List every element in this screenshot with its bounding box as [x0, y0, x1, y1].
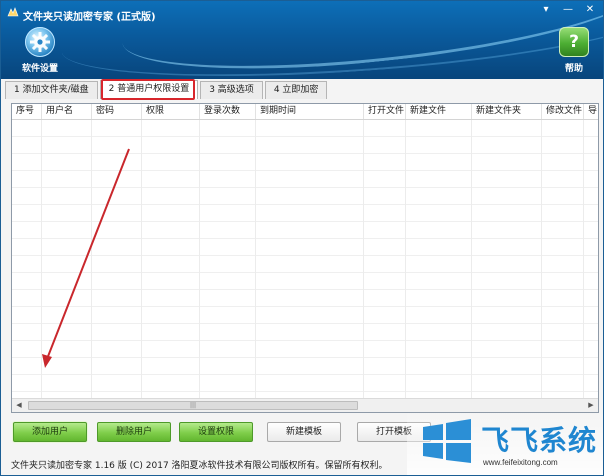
tab-encrypt-now[interactable]: 4 立即加密 [264, 81, 328, 99]
horizontal-scrollbar[interactable]: ◀ ||| ▶ [12, 398, 598, 412]
window-controls: ▾ — ✕ [537, 3, 599, 17]
gear-icon [25, 27, 55, 57]
window-title: 文件夹只读加密专家 (正式版) [23, 12, 156, 23]
scroll-thumb[interactable]: ||| [28, 401, 358, 410]
tab-strip: 1 添加文件夹/磁盘 2 普通用户权限设置 3 高级选项 4 立即加密 [5, 80, 329, 99]
col-index[interactable]: 序号 [12, 104, 42, 119]
settings-button[interactable]: 软件设置 [15, 27, 65, 74]
col-new-file[interactable]: 新建文件 [406, 104, 472, 119]
add-user-button[interactable]: 添加用户 [13, 422, 87, 442]
col-new-folder[interactable]: 新建文件夹 [472, 104, 542, 119]
scroll-right-icon[interactable]: ▶ [584, 399, 598, 412]
minimize-button[interactable]: — [559, 3, 577, 17]
settings-label: 软件设置 [21, 64, 58, 74]
help-label: 帮助 [564, 64, 583, 74]
close-button[interactable]: ✕ [581, 3, 599, 17]
set-permission-button[interactable]: 设置权限 [179, 422, 253, 442]
col-login-count[interactable]: 登录次数 [200, 104, 256, 119]
col-permission[interactable]: 权限 [142, 104, 200, 119]
question-icon: ? [559, 27, 589, 57]
tab-user-permissions[interactable]: 2 普通用户权限设置 [99, 80, 199, 99]
col-expiry[interactable]: 到期时间 [256, 104, 364, 119]
tab-add-folder[interactable]: 1 添加文件夹/磁盘 [5, 81, 98, 99]
table-body [12, 120, 598, 398]
header-bar: 文件夹只读加密专家 (正式版) ▾ — ✕ 软件设置 ? 帮助 [1, 1, 603, 79]
col-password[interactable]: 密码 [92, 104, 142, 119]
app-icon [7, 7, 19, 17]
watermark-brand: 飞飞系统 [481, 424, 598, 457]
new-template-button[interactable]: 新建模板 [267, 422, 341, 442]
watermark-url: www.feifeixitong.com [483, 458, 558, 467]
tab-advanced-options[interactable]: 3 高级选项 [200, 81, 263, 99]
windows-logo-icon [423, 419, 471, 463]
help-button[interactable]: ? 帮助 [549, 27, 599, 74]
app-window: 文件夹只读加密专家 (正式版) ▾ — ✕ 软件设置 ? 帮助 1 添加文件夹/… [0, 0, 604, 476]
delete-user-button[interactable]: 删除用户 [97, 422, 171, 442]
menu-dropdown-button[interactable]: ▾ [537, 3, 555, 17]
col-modify-file[interactable]: 修改文件 [542, 104, 584, 119]
col-open-file[interactable]: 打开文件 [364, 104, 406, 119]
scroll-left-icon[interactable]: ◀ [12, 399, 26, 412]
watermark: 飞飞系统 www.feifeixitong.com [407, 413, 603, 475]
user-table[interactable]: 序号 用户名 密码 权限 登录次数 到期时间 打开文件 新建文件 新建文件夹 修… [11, 103, 599, 413]
col-username[interactable]: 用户名 [42, 104, 92, 119]
table-header: 序号 用户名 密码 权限 登录次数 到期时间 打开文件 新建文件 新建文件夹 修… [12, 104, 598, 120]
col-export[interactable]: 导 [584, 104, 598, 119]
